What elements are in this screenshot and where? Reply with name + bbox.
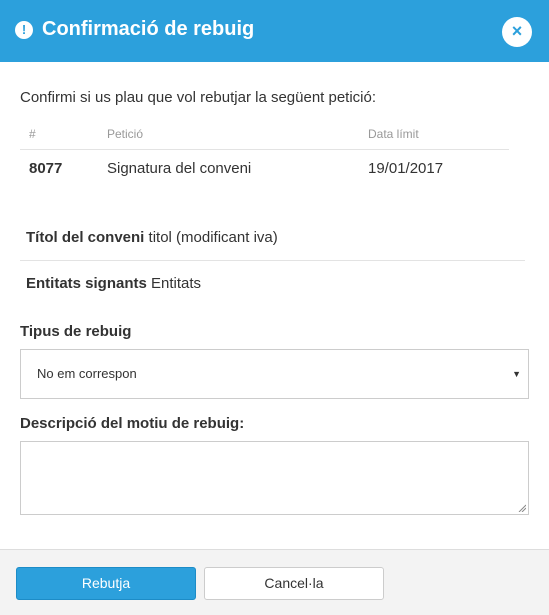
detail-label: Entitats signants <box>26 275 147 292</box>
cancel-button[interactable]: Cancel·la <box>204 567 384 600</box>
description-textarea[interactable] <box>20 441 529 515</box>
dialog-header: ! Confirmació de rebuig × <box>0 0 549 62</box>
detail-agreement-title: Títol del conveni titol (modificant iva) <box>26 229 278 246</box>
exclamation-circle-icon: ! <box>15 21 33 39</box>
dialog-title: Confirmació de rebuig <box>42 18 255 40</box>
caret-down-icon: ▼ <box>512 369 521 379</box>
detail-label: Títol del conveni <box>26 229 145 246</box>
resize-grip-icon[interactable] <box>518 504 526 512</box>
divider <box>20 260 525 261</box>
request-number: 8077 <box>29 160 63 177</box>
reject-type-label: Tipus de rebuig <box>20 323 132 340</box>
close-icon[interactable]: × <box>502 17 532 47</box>
column-header-deadline: Data límit <box>368 127 419 141</box>
table-divider <box>20 149 509 150</box>
request-deadline: 19/01/2017 <box>368 160 444 177</box>
column-header-request: Petició <box>107 127 144 141</box>
request-name: Signatura del conveni <box>107 160 252 177</box>
description-label: Descripció del motiu de rebuig: <box>20 415 245 432</box>
column-header-number: # <box>29 127 36 141</box>
detail-signing-entities: Entitats signants Entitats <box>26 275 201 292</box>
reject-type-select[interactable]: No em correspon ▼ <box>20 349 529 399</box>
dialog-footer: Rebutja Cancel·la <box>0 549 549 615</box>
reject-type-value: No em correspon <box>37 366 137 381</box>
reject-button[interactable]: Rebutja <box>16 567 196 600</box>
detail-value: titol (modificant iva) <box>148 229 278 246</box>
intro-text: Confirmi si us plau que vol rebutjar la … <box>20 89 377 106</box>
detail-value: Entitats <box>151 275 202 292</box>
